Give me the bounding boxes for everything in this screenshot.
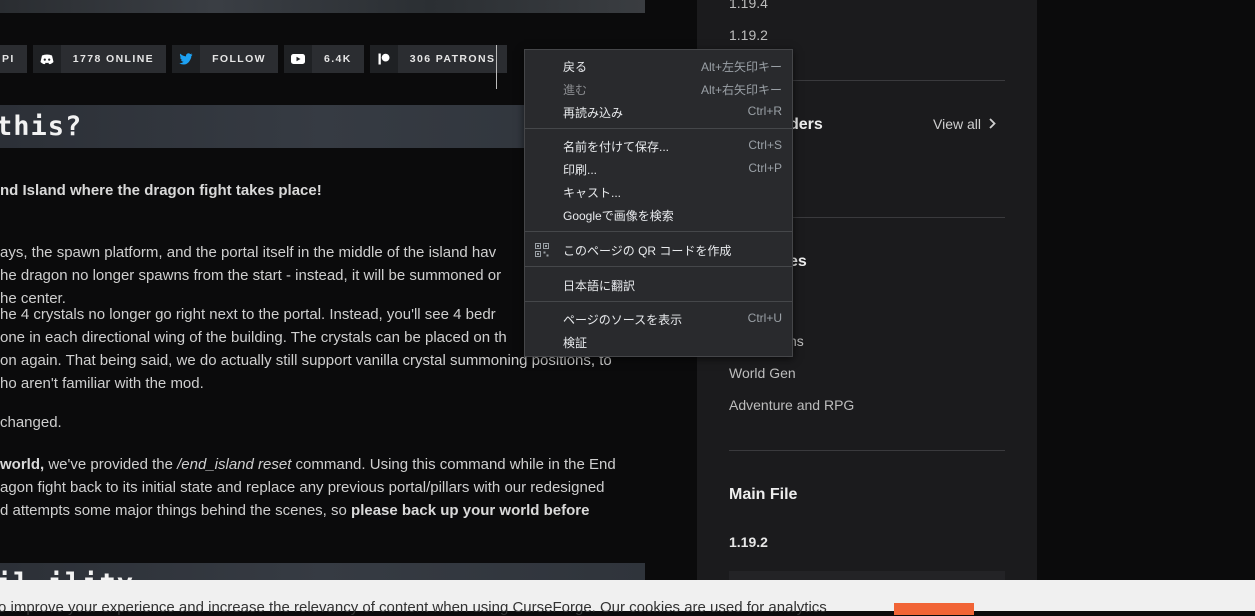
menu-label: Googleで画像を検索 xyxy=(563,209,674,223)
menu-label: 印刷... xyxy=(563,163,598,177)
twitter-follow-link[interactable]: FOLLOW xyxy=(172,45,278,73)
divider xyxy=(729,450,1005,451)
view-all-link[interactable]: View all xyxy=(933,116,996,132)
paragraph-3-line-1: he 4 crystals no longer go right next to… xyxy=(0,306,496,323)
menu-separator xyxy=(525,301,792,302)
view-all-label: View all xyxy=(933,116,981,132)
menu-item-print[interactable]: 印刷... Ctrl+P xyxy=(525,157,792,180)
youtube-icon xyxy=(283,45,312,73)
category-adventure-rpg[interactable]: Adventure and RPG xyxy=(729,397,854,413)
paragraph-3-line-3: on again. That being said, we do actuall… xyxy=(0,352,612,369)
menu-shortcut: Ctrl+P xyxy=(748,161,782,175)
menu-item-qr-code[interactable]: このページの QR コードを作成 xyxy=(525,238,792,261)
social-bar-divider xyxy=(496,45,497,89)
patreon-link[interactable]: 306 PATRONS xyxy=(369,45,508,73)
menu-label: ページのソースを表示 xyxy=(563,313,683,327)
menu-shortcut: Ctrl+U xyxy=(747,311,782,325)
api-link[interactable]: PI xyxy=(0,45,27,73)
menu-label: このページの QR コードを作成 xyxy=(563,244,732,258)
menu-separator xyxy=(525,128,792,129)
api-label: PI xyxy=(0,45,27,73)
menu-shortcut: Ctrl+R xyxy=(747,104,782,118)
cookie-accept-button[interactable] xyxy=(894,603,974,615)
chevron-right-icon xyxy=(989,116,996,132)
menu-separator xyxy=(525,266,792,267)
paragraph-5-text-a: we've provided the xyxy=(44,456,178,473)
backup-warning: please back up your world before xyxy=(351,502,590,519)
loaders-heading: ders xyxy=(789,116,823,133)
discord-online-count: 1778 ONLINE xyxy=(60,45,167,73)
menu-item-search-image[interactable]: Googleで画像を検索 xyxy=(525,203,792,226)
paragraph-intro: nd Island where the dragon fight takes p… xyxy=(0,179,322,203)
paragraph-5-line-3-text: d attempts some major things behind the … xyxy=(0,502,352,519)
paragraph-5-bold: world, xyxy=(0,456,45,473)
menu-label: 日本語に翻訳 xyxy=(563,279,636,293)
menu-item-view-source[interactable]: ページのソースを表示 Ctrl+U xyxy=(525,307,792,330)
patreon-icon xyxy=(369,45,398,73)
paragraph-3-line-4: ho aren't familiar with the mod. xyxy=(0,375,204,392)
hero-image-strip xyxy=(0,0,645,13)
patreon-patron-count: 306 PATRONS xyxy=(397,45,508,73)
section-title: this? xyxy=(0,111,83,142)
paragraph-4: changed. xyxy=(0,414,62,431)
social-bar: PI 1778 ONLINE FOLLOW 6.4K 306 PATRONS xyxy=(0,45,508,73)
qr-code-icon xyxy=(535,243,549,257)
menu-shortcut: Ctrl+S xyxy=(748,138,782,152)
category-world-gen[interactable]: World Gen xyxy=(729,365,796,381)
menu-label: 名前を付けて保存... xyxy=(563,140,670,154)
paragraph-3-line-2: one in each directional wing of the buil… xyxy=(0,329,507,346)
paragraph-5-text-b: command. Using this command while in the… xyxy=(291,456,616,473)
context-menu: 戻る Alt+左矢印キー 進む Alt+右矢印キー 再読み込み Ctrl+R 名… xyxy=(524,49,793,357)
menu-item-forward[interactable]: 進む Alt+右矢印キー xyxy=(525,77,792,100)
discord-icon xyxy=(32,45,61,73)
twitter-follow-label: FOLLOW xyxy=(200,45,278,73)
command-text: /end_island reset xyxy=(177,456,292,473)
menu-shortcut: Alt+左矢印キー xyxy=(700,60,782,74)
main-file-version[interactable]: 1.19.2 xyxy=(729,534,768,550)
paragraph-5-line-1: world, we've provided the /end_island re… xyxy=(0,453,616,477)
main-file-heading: Main File xyxy=(729,486,798,503)
discord-link[interactable]: 1778 ONLINE xyxy=(32,45,167,73)
cookie-banner: o improve your experience and increase t… xyxy=(0,580,1255,616)
paragraph-2-line-1: ays, the spawn platform, and the portal … xyxy=(0,244,497,261)
menu-label: 戻る xyxy=(563,60,588,74)
menu-separator xyxy=(525,231,792,232)
paragraph-5-line-3: d attempts some major things behind the … xyxy=(0,499,589,523)
menu-label: 検証 xyxy=(563,336,588,350)
intro-text: nd Island where the dragon fight takes p… xyxy=(0,182,322,199)
youtube-subscriber-count: 6.4K xyxy=(311,45,364,73)
youtube-link[interactable]: 6.4K xyxy=(283,45,364,73)
menu-item-cast[interactable]: キャスト... xyxy=(525,180,792,203)
menu-item-inspect[interactable]: 検証 xyxy=(525,330,792,353)
menu-item-save-as[interactable]: 名前を付けて保存... Ctrl+S xyxy=(525,134,792,157)
paragraph-5-line-2: agon fight back to its initial state and… xyxy=(0,479,605,496)
menu-item-back[interactable]: 戻る Alt+左矢印キー xyxy=(525,54,792,77)
paragraph-2-line-2: he dragon no longer spawns from the star… xyxy=(0,267,502,284)
menu-item-translate[interactable]: 日本語に翻訳 xyxy=(525,273,792,296)
menu-label: 進む xyxy=(563,83,588,97)
version-item[interactable]: 1.19.4 xyxy=(729,0,768,11)
twitter-icon xyxy=(172,45,201,73)
version-item[interactable]: 1.19.2 xyxy=(729,27,768,43)
menu-shortcut: Alt+右矢印キー xyxy=(700,83,782,97)
menu-label: 再読み込み xyxy=(563,106,624,120)
menu-label: キャスト... xyxy=(563,186,622,200)
menu-item-reload[interactable]: 再読み込み Ctrl+R xyxy=(525,100,792,123)
cookie-text: o improve your experience and increase t… xyxy=(0,599,827,616)
